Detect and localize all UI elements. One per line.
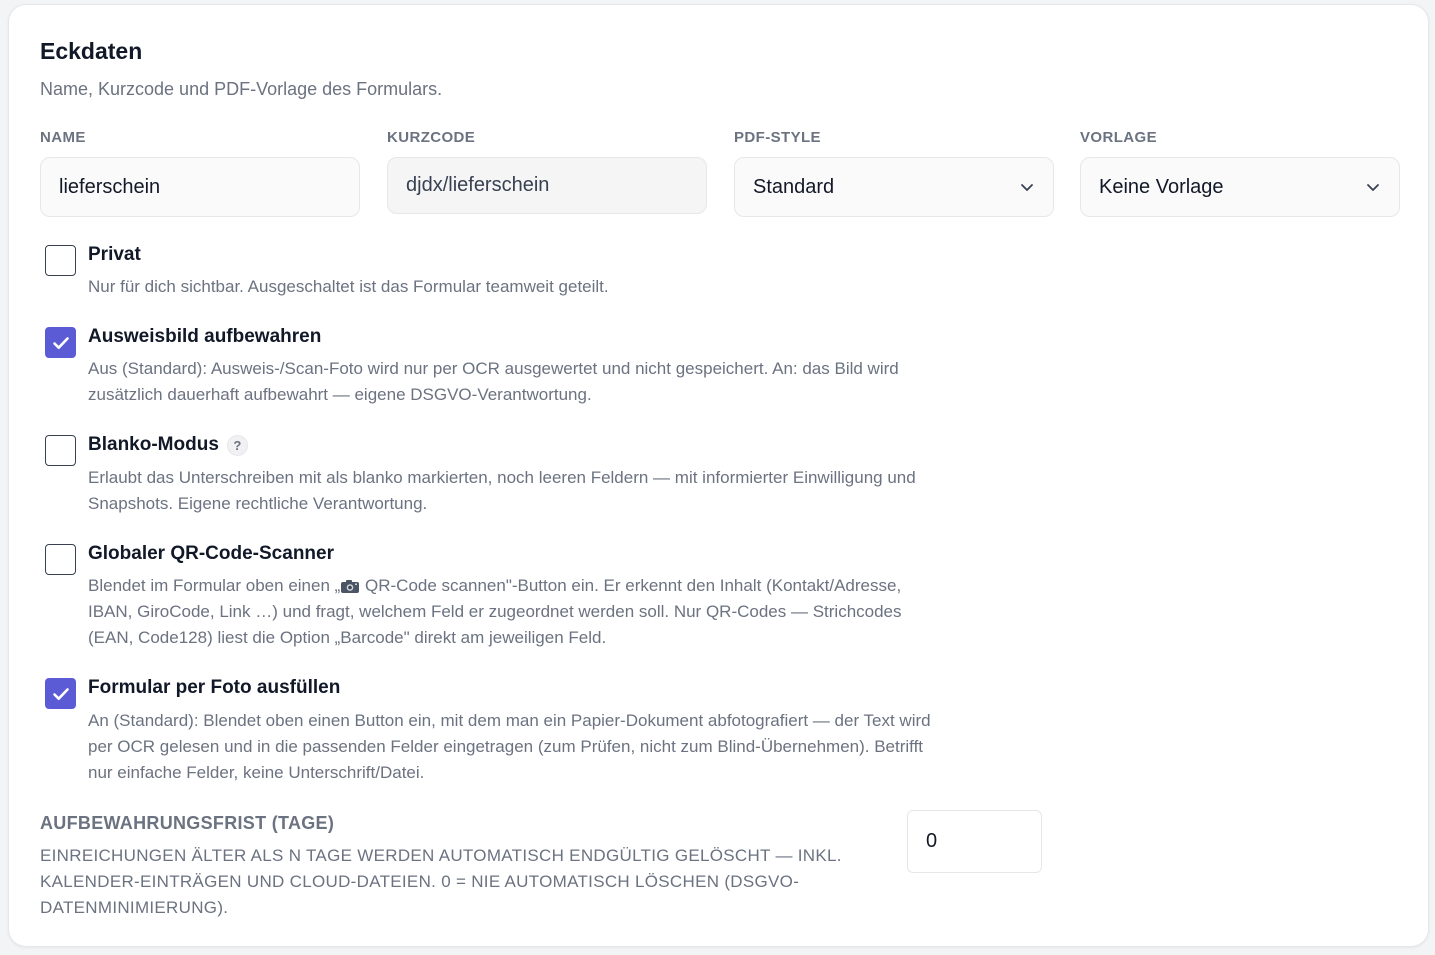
foto-ausfuellen-description: An (Standard): Blendet oben einen Button… [88, 711, 931, 782]
ausweisbild-title: Ausweisbild aufbewahren [88, 326, 322, 347]
foto-ausfuellen-title: Formular per Foto ausfüllen [88, 677, 341, 698]
ausweisbild-description: Aus (Standard): Ausweis-/Scan-Foto wird … [88, 359, 899, 404]
retention-days-input[interactable] [907, 810, 1042, 873]
privat-checkbox[interactable] [45, 245, 76, 276]
privat-description: Nur für dich sichtbar. Ausgeschaltet ist… [88, 277, 609, 296]
foto-ausfuellen-checkbox[interactable] [45, 678, 76, 709]
ausweisbild-checkbox[interactable] [45, 327, 76, 358]
qr-scanner-checkbox[interactable] [45, 544, 76, 575]
blanko-modus-title: Blanko-Modus ? [88, 434, 248, 456]
blanko-modus-checkbox[interactable] [45, 435, 76, 466]
vorlage-value: Keine Vorlage [1099, 175, 1224, 198]
name-input[interactable] [40, 157, 360, 217]
retention-description: Einreichungen älter als N Tage werden au… [40, 846, 842, 917]
vorlage-label: VORLAGE [1080, 129, 1157, 146]
retention-label: AUFBEWAHRUNGSFRIST (TAGE) [40, 813, 335, 833]
camera-icon [341, 580, 360, 594]
blanko-modus-description: Erlaubt das Unterschreiben mit als blank… [88, 468, 916, 513]
pdf-style-select[interactable]: Standard [734, 157, 1054, 217]
section-title: Eckdaten [40, 38, 143, 64]
qr-scanner-description: Blendet im Formular oben einen „ QR-Code… [88, 576, 902, 647]
eckdaten-card: Eckdaten Name, Kurzcode und PDF-Vorlage … [8, 4, 1429, 947]
pdf-style-value: Standard [753, 175, 835, 198]
kurzcode-input[interactable] [387, 157, 707, 214]
check-icon [52, 687, 69, 700]
chevron-down-icon [1367, 184, 1379, 191]
privat-title: Privat [88, 244, 141, 265]
check-icon [52, 336, 69, 349]
vorlage-select[interactable]: Keine Vorlage [1080, 157, 1400, 217]
pdf-style-label: PDF-STYLE [734, 129, 821, 146]
qr-scanner-title: Globaler QR-Code-Scanner [88, 543, 334, 564]
help-icon[interactable]: ? [226, 434, 248, 456]
section-subtitle: Name, Kurzcode und PDF-Vorlage des Formu… [40, 79, 443, 99]
name-label: NAME [40, 129, 86, 146]
chevron-down-icon [1021, 184, 1033, 191]
kurzcode-label: KURZCODE [387, 129, 476, 146]
